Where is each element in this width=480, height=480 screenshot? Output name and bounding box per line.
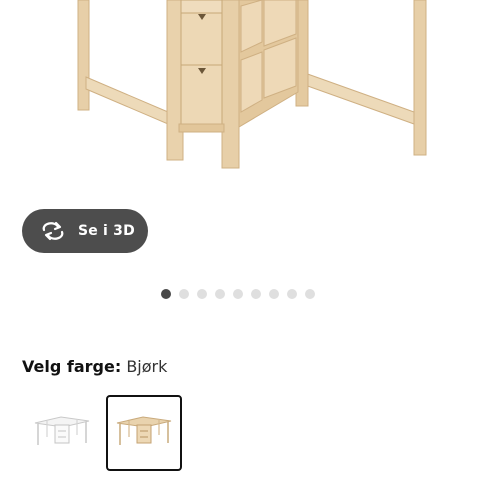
carousel-dot[interactable] xyxy=(251,289,261,299)
white-table-thumbnail xyxy=(34,416,90,445)
product-image[interactable] xyxy=(0,0,480,205)
color-heading-label: Velg farge: xyxy=(22,357,122,376)
birch-table-thumbnail xyxy=(116,416,172,445)
rotate-arrows-icon xyxy=(40,220,66,242)
carousel-dot[interactable] xyxy=(287,289,297,299)
color-selection-heading: Velg farge: Bjørk xyxy=(22,357,167,376)
carousel-dot[interactable] xyxy=(269,289,279,299)
color-swatch-birch[interactable] xyxy=(106,395,182,471)
view-3d-button[interactable]: Se i 3D xyxy=(22,209,148,253)
carousel-dot[interactable] xyxy=(305,289,315,299)
carousel-dot[interactable] xyxy=(161,289,171,299)
color-swatch-white[interactable] xyxy=(24,395,100,471)
image-carousel-pagination xyxy=(161,289,315,299)
carousel-dot[interactable] xyxy=(197,289,207,299)
selected-color-name: Bjørk xyxy=(126,357,168,376)
view-3d-label: Se i 3D xyxy=(78,223,135,239)
product-page: Se i 3D Velg farge: Bjørk xyxy=(0,0,480,480)
folding-table-illustration xyxy=(77,0,427,169)
carousel-dot[interactable] xyxy=(179,289,189,299)
carousel-dot[interactable] xyxy=(215,289,225,299)
carousel-dot[interactable] xyxy=(233,289,243,299)
